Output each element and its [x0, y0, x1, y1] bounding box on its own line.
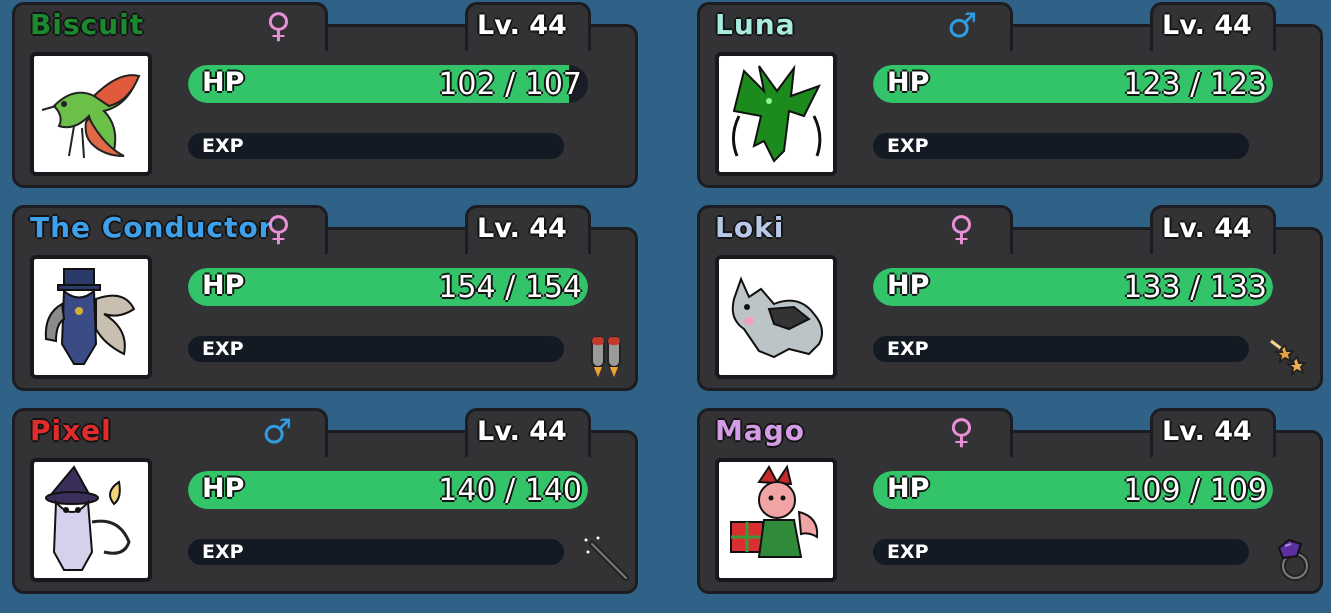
- hp-value: 133 / 133: [1123, 270, 1267, 305]
- female-gender-icon: ♀: [949, 412, 974, 452]
- creature-portrait[interactable]: [30, 255, 152, 379]
- hp-label: HP: [202, 473, 245, 504]
- hp-label: HP: [887, 473, 930, 504]
- level-label: Lv. 44: [477, 416, 567, 447]
- party-card-biscuit[interactable]: Biscuit ♀ Lv. 44 HP 102 / 107 EXP: [12, 2, 638, 188]
- hp-value: 154 / 154: [438, 270, 582, 305]
- hp-value: 140 / 140: [438, 473, 582, 508]
- level-label: Lv. 44: [1162, 10, 1252, 41]
- hp-bar: HP 123 / 123: [873, 65, 1273, 103]
- male-gender-icon: ♂: [947, 6, 978, 46]
- hp-label: HP: [202, 270, 245, 301]
- creature-portrait[interactable]: [30, 52, 152, 176]
- creature-name: Luna: [715, 8, 796, 41]
- hp-value: 109 / 109: [1123, 473, 1267, 508]
- hp-value: 102 / 107: [438, 67, 582, 102]
- party-card-mago[interactable]: Mago ♀ Lv. 44 HP 109 / 109 EXP: [697, 408, 1323, 594]
- magic-wand-icon[interactable]: [582, 534, 632, 584]
- exp-label: EXP: [202, 135, 244, 157]
- creature-portrait[interactable]: [715, 52, 837, 176]
- jetpack-icon[interactable]: [582, 331, 632, 381]
- exp-bar: EXP: [188, 336, 564, 362]
- exp-bar: EXP: [873, 336, 1249, 362]
- hp-value: 123 / 123: [1123, 67, 1267, 102]
- exp-label: EXP: [202, 338, 244, 360]
- level-label: Lv. 44: [1162, 416, 1252, 447]
- creature-name: Mago: [715, 414, 806, 447]
- hp-bar: HP 109 / 109: [873, 471, 1273, 509]
- creature-portrait[interactable]: [715, 255, 837, 379]
- party-card-luna[interactable]: Luna ♂ Lv. 44 HP 123 / 123 EXP: [697, 2, 1323, 188]
- party-card-loki[interactable]: Loki ♀ Lv. 44 HP 133 / 133 EXP: [697, 205, 1323, 391]
- hp-bar: HP 140 / 140: [188, 471, 588, 509]
- hp-bar: HP 154 / 154: [188, 268, 588, 306]
- creature-name: Loki: [715, 211, 785, 244]
- level-label: Lv. 44: [477, 213, 567, 244]
- hp-bar: HP 133 / 133: [873, 268, 1273, 306]
- creature-portrait[interactable]: [715, 458, 837, 582]
- female-gender-icon: ♀: [266, 209, 291, 249]
- hp-label: HP: [887, 270, 930, 301]
- female-gender-icon: ♀: [949, 209, 974, 249]
- creature-name: Pixel: [30, 414, 112, 447]
- female-gender-icon: ♀: [266, 6, 291, 46]
- exp-bar: EXP: [188, 133, 564, 159]
- gem-ring-icon[interactable]: [1267, 534, 1317, 584]
- exp-label: EXP: [887, 338, 929, 360]
- exp-label: EXP: [202, 541, 244, 563]
- exp-bar: EXP: [873, 133, 1249, 159]
- party-card-pixel[interactable]: Pixel ♂ Lv. 44 HP 140 / 140 EXP: [12, 408, 638, 594]
- exp-label: EXP: [887, 135, 929, 157]
- hp-label: HP: [202, 67, 245, 98]
- male-gender-icon: ♂: [262, 412, 293, 452]
- hp-label: HP: [887, 67, 930, 98]
- creature-name: Biscuit: [30, 8, 145, 41]
- exp-label: EXP: [887, 541, 929, 563]
- exp-bar: EXP: [873, 539, 1249, 565]
- exp-bar: EXP: [188, 539, 564, 565]
- level-label: Lv. 44: [1162, 213, 1252, 244]
- creature-portrait[interactable]: [30, 458, 152, 582]
- party-card-the-conductor[interactable]: The Conductor ♀ Lv. 44 HP 154 / 154 EXP: [12, 205, 638, 391]
- level-label: Lv. 44: [477, 10, 567, 41]
- shooting-stars-icon[interactable]: [1267, 331, 1317, 381]
- hp-bar: HP 102 / 107: [188, 65, 588, 103]
- creature-name: The Conductor: [30, 211, 274, 244]
